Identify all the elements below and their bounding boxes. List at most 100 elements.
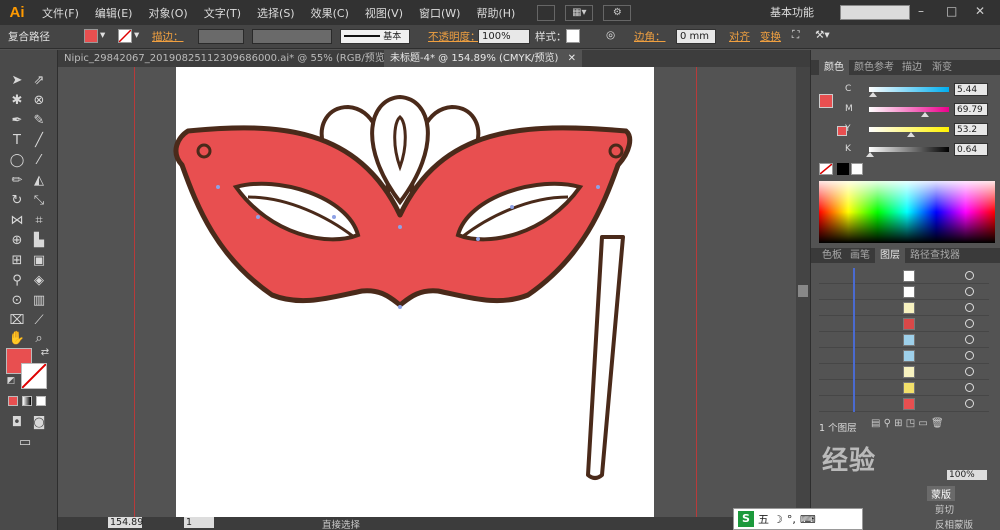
layer-row[interactable] — [819, 268, 989, 284]
stroke-dropdown-icon[interactable]: ▾ — [134, 29, 139, 41]
stroke-label[interactable]: 描边： — [152, 29, 184, 44]
slider-value-field[interactable]: 69.79 — [954, 103, 988, 116]
layer-row[interactable] — [819, 316, 989, 332]
none-mode-icon[interactable] — [36, 396, 46, 406]
mask-button[interactable]: 蒙版 — [927, 486, 955, 501]
transform-link[interactable]: 变换 — [760, 29, 781, 44]
mask-artwork[interactable] — [58, 67, 810, 517]
swap-colors-icon[interactable]: ⇄ — [36, 344, 54, 362]
opacity-label[interactable]: 不透明度： — [428, 29, 481, 44]
corner-label[interactable]: 边角： — [634, 29, 666, 44]
symbol-sprayer-icon[interactable]: ⊙ — [8, 292, 26, 310]
zoom-field[interactable]: 154.89 — [108, 517, 143, 528]
scroll-thumb[interactable] — [798, 285, 808, 297]
curvature-tool-icon[interactable]: ✎ — [30, 112, 48, 130]
tab-stroke[interactable]: 描边 — [897, 60, 927, 75]
white-swatch[interactable] — [851, 163, 863, 175]
slider-track[interactable] — [869, 107, 949, 112]
corner-field[interactable]: 0 mm — [676, 29, 716, 44]
pen-tool-icon[interactable]: ✒ — [8, 112, 26, 130]
shape-builder-icon[interactable]: ⊕ — [8, 232, 26, 250]
tab-nipic[interactable]: Nipic_29842067_20190825112309686000.ai* … — [58, 50, 412, 67]
blend-tool-icon[interactable]: ◈ — [30, 272, 48, 290]
perspective-grid-icon[interactable]: ▙ — [30, 232, 48, 250]
panel-options-icon[interactable]: ⚒▾ — [815, 29, 830, 41]
align-link[interactable]: 对齐 — [729, 29, 750, 44]
layer-target-icon[interactable] — [965, 399, 974, 408]
tab-brushes[interactable]: 画笔 — [845, 248, 875, 263]
ime-punctuation-icon[interactable]: °, — [787, 513, 796, 526]
close-icon[interactable]: ✕ — [975, 4, 985, 18]
variable-width-dropdown[interactable] — [252, 29, 332, 44]
layer-row[interactable] — [819, 364, 989, 380]
slider-thumb[interactable] — [907, 132, 916, 137]
ime-logo-icon[interactable]: S — [738, 511, 754, 527]
slider-value-field[interactable]: 53.2 — [954, 123, 988, 136]
layer-row[interactable] — [819, 380, 989, 396]
layer-row[interactable] — [819, 300, 989, 316]
pencil-icon[interactable]: ✏ — [8, 172, 26, 190]
direct-selection-tool-icon[interactable]: ⇗ — [30, 72, 48, 90]
ime-moon-icon[interactable]: ☽ — [773, 513, 783, 526]
brush-definition-dropdown[interactable]: 基本 — [340, 29, 410, 44]
tab-gradient[interactable]: 渐变 — [927, 60, 957, 75]
layer-target-icon[interactable] — [965, 383, 974, 392]
mesh-tool-icon[interactable]: ⊞ — [8, 252, 26, 270]
magic-wand-icon[interactable]: ✱ — [8, 92, 26, 110]
fill-swatch[interactable] — [84, 29, 98, 43]
eyedropper-icon[interactable]: ⚲ — [8, 272, 26, 290]
menu-view[interactable]: 视图(V) — [357, 5, 411, 21]
menu-type[interactable]: 文字(T) — [196, 5, 249, 21]
menu-file[interactable]: 文件(F) — [34, 5, 87, 21]
artboard-tool-icon[interactable]: ⌧ — [8, 312, 26, 330]
layer-action-icons[interactable]: ▤ ⚲ ⊞ ◳ ▭ 🗑 — [871, 418, 944, 429]
tab-untitled-4[interactable]: 未标题-4* @ 154.89% (CMYK/预览) ✕ — [384, 50, 583, 67]
menu-object[interactable]: 对象(O) — [140, 5, 195, 21]
panel-fill-swatch[interactable] — [819, 94, 833, 108]
fill-dropdown-icon[interactable]: ▾ — [100, 29, 105, 41]
free-transform-icon[interactable]: ⌗ — [30, 212, 48, 230]
style-swatch[interactable] — [566, 29, 580, 43]
slider-track[interactable] — [869, 147, 949, 152]
ellipse-tool-icon[interactable]: ◯ — [8, 152, 26, 170]
slider-value-field[interactable]: 0.64 — [954, 143, 988, 156]
menu-effect[interactable]: 效果(C) — [303, 5, 357, 21]
layer-target-icon[interactable] — [965, 287, 974, 296]
search-input[interactable] — [840, 5, 910, 20]
tab-pathfinder[interactable]: 路径查找器 — [905, 248, 965, 263]
clip-checkbox[interactable]: 剪切 — [935, 502, 954, 516]
black-swatch[interactable] — [837, 163, 849, 175]
slice-tool-icon[interactable]: ⟋ — [30, 312, 48, 330]
tab-color-guide[interactable]: 颜色参考 — [849, 60, 899, 75]
default-colors-icon[interactable]: ◩ — [2, 372, 20, 390]
stroke-weight-dropdown[interactable] — [198, 29, 244, 44]
screen-mode-icon[interactable]: ▭ — [16, 434, 34, 452]
tab-color[interactable]: 颜色 — [819, 60, 849, 75]
minimize-icon[interactable]: – — [918, 4, 924, 18]
line-tool-icon[interactable]: ╱ — [30, 132, 48, 150]
layer-target-icon[interactable] — [965, 271, 974, 280]
layer-row[interactable] — [819, 284, 989, 300]
arrange-documents-icon[interactable]: ▦▾ — [565, 4, 594, 21]
slider-thumb[interactable] — [921, 112, 929, 117]
recolor-icon[interactable]: ◎ — [606, 29, 615, 41]
transparency-opacity-field[interactable]: 100% — [947, 470, 987, 480]
selection-tool-icon[interactable]: ➤ — [8, 72, 26, 90]
layer-row[interactable] — [819, 332, 989, 348]
slider-value-field[interactable]: 5.44 — [954, 83, 988, 96]
tab-close-icon[interactable]: ✕ — [568, 53, 576, 64]
slider-track[interactable] — [869, 87, 949, 92]
gradient-tool-icon[interactable]: ▣ — [30, 252, 48, 270]
invert-mask-checkbox[interactable]: 反相蒙版 — [935, 517, 973, 530]
tab-swatches[interactable]: 色板 — [817, 248, 847, 263]
layer-target-icon[interactable] — [965, 319, 974, 328]
draw-mode-icon[interactable]: ◘ — [8, 414, 26, 432]
width-tool-icon[interactable]: ⋈ — [8, 212, 26, 230]
column-graph-icon[interactable]: ▥ — [30, 292, 48, 310]
none-swatch[interactable] — [819, 163, 833, 175]
tab-layers[interactable]: 图层 — [875, 248, 905, 263]
layer-row[interactable] — [819, 348, 989, 364]
sync-icon[interactable]: ⚙ — [603, 4, 632, 21]
ime-keyboard-icon[interactable]: ⌨ — [800, 513, 816, 526]
gradient-mode-icon[interactable] — [22, 396, 32, 406]
